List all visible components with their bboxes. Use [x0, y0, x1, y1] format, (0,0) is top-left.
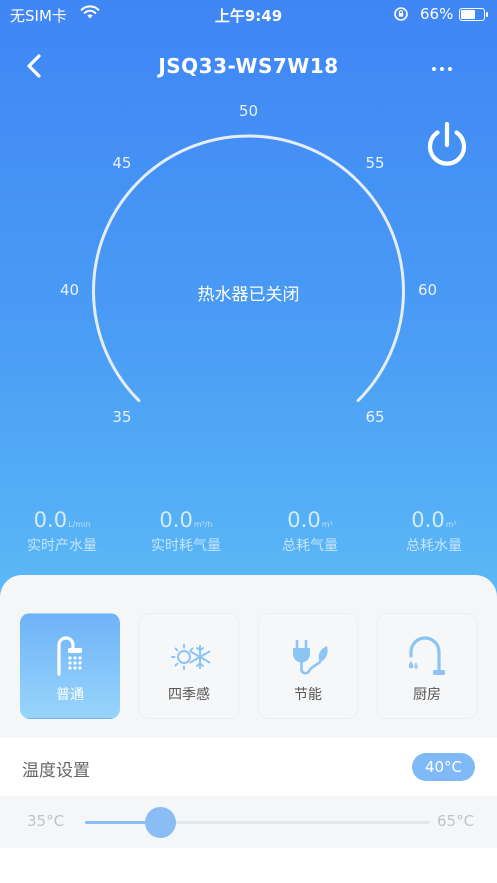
- stat-value: 0.0: [287, 508, 321, 532]
- slider-min-label: 35°C: [27, 812, 65, 830]
- stat-unit: m³: [321, 520, 333, 529]
- mode-kitchen-button[interactable]: 厨房: [377, 613, 477, 719]
- sun-snowflake-icon: [165, 632, 215, 682]
- mode-label: 四季感: [168, 687, 210, 703]
- dial-tick-label: 55: [365, 154, 385, 173]
- stat-unit: m³/h: [193, 520, 213, 529]
- temperature-setting-title: 温度设置: [22, 761, 90, 781]
- dial-tick-label: 50: [238, 102, 259, 120]
- stat-value: 0.0: [411, 508, 445, 532]
- mode-normal-button[interactable]: 普通: [20, 613, 120, 719]
- dial-arc: [92, 134, 405, 403]
- temperature-slider[interactable]: [85, 807, 430, 838]
- faucet-icon: [403, 632, 453, 682]
- stat-label: 实时产水量: [27, 538, 97, 554]
- stat-unit: L/min: [68, 520, 91, 529]
- stat-label: 总耗气量: [282, 538, 338, 554]
- more-dots-icon: [432, 67, 452, 71]
- temperature-slider-row: 35°C 65°C: [0, 796, 497, 848]
- slider-thumb[interactable]: [144, 807, 176, 838]
- stat-gas-flow: 0.0m³/h 实时耗气量: [124, 508, 248, 555]
- stat-value: 0.0: [159, 508, 193, 532]
- stat-total-water: 0.0m³ 总耗水量: [372, 508, 496, 555]
- rotation-lock-icon: [393, 5, 409, 25]
- temperature-setting-row: 温度设置 40°C: [0, 738, 497, 796]
- plug-leaf-icon: [284, 632, 334, 682]
- slider-max-label: 65°C: [437, 812, 475, 830]
- stat-value: 0.0: [33, 508, 68, 532]
- temperature-dial: 35 40 45 50 55 60 65: [0, 100, 497, 450]
- bottom-spacer: [0, 848, 497, 883]
- stat-unit: m³: [445, 520, 457, 529]
- heater-status: 热水器已关闭: [197, 285, 300, 305]
- mode-eco-button[interactable]: 节能: [258, 613, 358, 719]
- stat-water-flow: 0.0L/min 实时产水量: [0, 508, 124, 555]
- stat-label: 总耗水量: [406, 538, 462, 554]
- shower-icon: [46, 632, 96, 682]
- control-panel: 普通 四季感 节能 厨房 温度设置 40°C 35°C 65°C: [0, 575, 497, 883]
- dial-tick-label: 35: [112, 407, 132, 426]
- device-title: JSQ33-WS7W18: [158, 54, 339, 78]
- current-temperature-badge: 40°C: [412, 753, 475, 781]
- mode-four-seasons-button[interactable]: 四季感: [139, 613, 239, 719]
- stat-total-gas: 0.0m³ 总耗气量: [248, 508, 372, 555]
- battery-icon: [459, 8, 488, 21]
- mode-label: 厨房: [413, 687, 441, 703]
- stat-label: 实时耗气量: [151, 538, 221, 554]
- battery-percent: 66%: [420, 5, 454, 23]
- dial-tick-label: 45: [112, 154, 132, 173]
- more-button[interactable]: [428, 52, 458, 82]
- dial-tick-label: 65: [365, 407, 385, 426]
- status-bar: 无SIM卡 上午9:49 66%: [0, 0, 497, 28]
- mode-label: 普通: [56, 687, 84, 703]
- stats-row: 0.0L/min 实时产水量 0.0m³/h 实时耗气量 0.0m³ 总耗气量 …: [0, 508, 497, 568]
- mode-label: 节能: [294, 687, 322, 703]
